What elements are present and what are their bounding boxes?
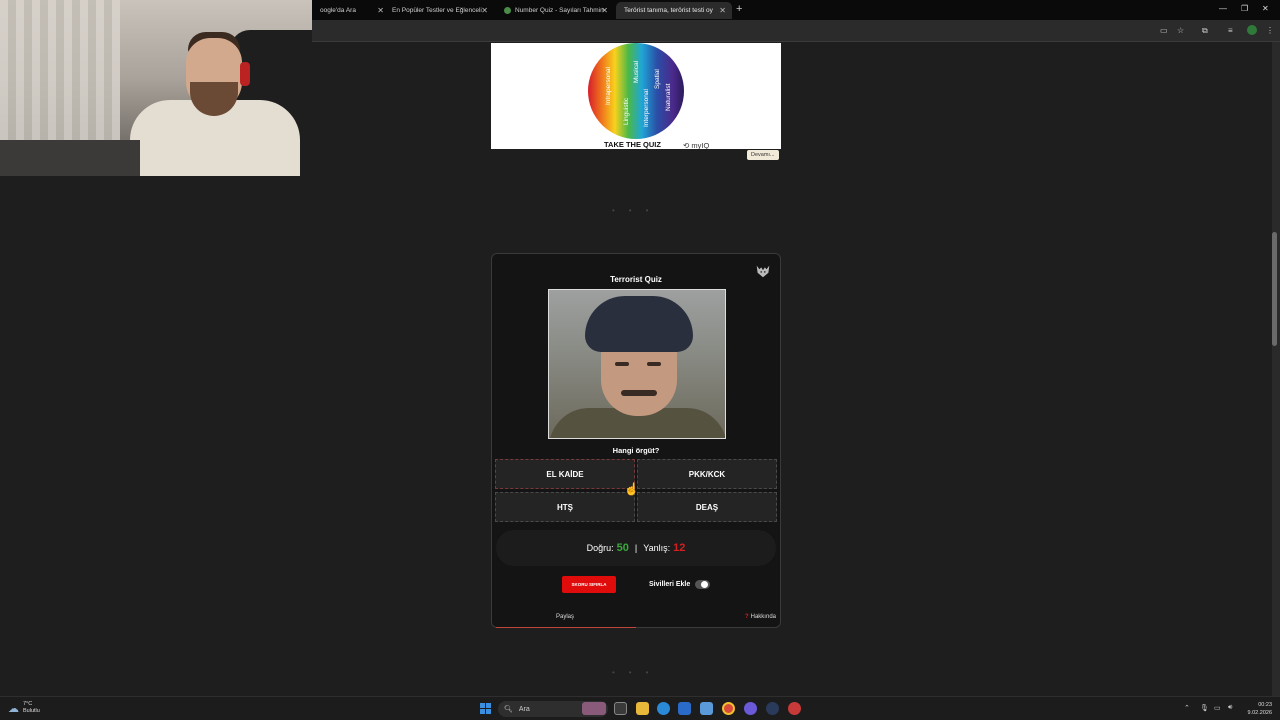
system-clock[interactable]: 00:23 9.02.2026 xyxy=(1248,701,1272,717)
maximize-icon[interactable]: ❐ xyxy=(1241,4,1248,13)
search-icon: 🔍︎ xyxy=(504,706,513,713)
tab-label: En Popüler Testler ve Eğlenceli xyxy=(392,7,482,14)
suspect-photo xyxy=(548,289,726,439)
tab-label: Number Quiz - Sayıları Tahmin xyxy=(515,7,604,14)
about-link[interactable]: ? Hakkında xyxy=(745,614,776,620)
share-underline xyxy=(496,627,636,628)
wrong-count: 12 xyxy=(673,542,686,554)
wheel-label: Intrapersonal xyxy=(605,67,612,105)
browser-tab[interactable]: oogle'da Ara ✕ xyxy=(312,2,390,19)
scrollbar-thumb[interactable] xyxy=(1272,232,1277,346)
close-icon[interactable]: ✕ xyxy=(719,6,726,15)
app-icon[interactable] xyxy=(788,702,801,715)
cast-icon[interactable]: ▭ xyxy=(1160,26,1168,35)
close-window-icon[interactable]: ✕ xyxy=(1262,4,1269,13)
card-footer: Paylaş ? Hakkında xyxy=(492,609,780,629)
close-icon[interactable]: ✕ xyxy=(481,6,488,15)
page-scrollbar[interactable] xyxy=(1272,42,1280,696)
browser-tab[interactable]: Number Quiz - Sayıları Tahmin ✕ xyxy=(496,2,614,19)
steam-icon[interactable] xyxy=(766,702,779,715)
quiz-card: Terrorist Quiz Hangi örgüt? EL KAİDE PKK… xyxy=(491,253,781,628)
ad-brand-label: myIQ xyxy=(691,141,710,149)
tab-label: Terörist tanıma, terörist testi oy xyxy=(624,7,713,14)
discord-icon[interactable] xyxy=(744,702,757,715)
windows-start-icon[interactable] xyxy=(480,703,491,714)
correct-label: Doğru: xyxy=(586,543,614,553)
wolf-icon[interactable] xyxy=(754,262,772,280)
clock-time: 00:23 xyxy=(1258,702,1272,708)
microphone-icon[interactable]: 🎙︎ xyxy=(1200,704,1209,712)
webcam-desk xyxy=(0,140,140,176)
tab-label: oogle'da Ara xyxy=(320,7,356,14)
share-link[interactable]: Paylaş xyxy=(556,614,574,620)
score-display: Doğru: 50 | Yanlış: 12 xyxy=(496,530,776,566)
minimize-icon[interactable]: — xyxy=(1219,4,1227,13)
wheel-label: Linguistic xyxy=(623,97,630,125)
menu-icon[interactable]: ⋮ xyxy=(1266,26,1274,35)
answer-button[interactable]: EL KAİDE xyxy=(495,459,635,489)
ad-placeholder-dots: ••• xyxy=(612,668,663,677)
answer-button[interactable]: DEAŞ xyxy=(637,492,777,522)
browser-tab[interactable]: En Popüler Testler ve Eğlenceli ✕ xyxy=(384,2,494,19)
webcam-headset xyxy=(240,62,250,86)
file-explorer-icon[interactable] xyxy=(636,702,649,715)
toggle-knob xyxy=(701,581,708,588)
search-highlight-icon[interactable] xyxy=(582,702,606,715)
close-icon[interactable]: ✕ xyxy=(377,6,384,15)
weather-widget[interactable]: ☁ 7°C Bulutlu xyxy=(8,701,40,715)
wrong-label: Yanlış: xyxy=(643,543,671,553)
score-separator: | xyxy=(634,543,638,553)
about-label: Hakkında xyxy=(750,614,776,620)
ad-banner[interactable]: Intrapersonal Linguistic Musical Interpe… xyxy=(491,43,781,149)
question-mark-icon: ? xyxy=(744,614,749,620)
clock-date: 9.02.2026 xyxy=(1247,710,1272,716)
star-icon[interactable]: ☆ xyxy=(1177,26,1184,35)
tray-chevron-icon[interactable]: ⌃ xyxy=(1184,704,1190,712)
ad-brand: ⟲ myIQ xyxy=(683,141,710,149)
task-view-icon[interactable] xyxy=(614,702,627,715)
profile-avatar[interactable] xyxy=(1247,25,1257,35)
site-favicon-icon xyxy=(504,7,511,14)
reset-score-button[interactable]: SKORU SIFIRLA xyxy=(562,576,616,593)
wheel-label: Spatial xyxy=(654,69,661,89)
weather-desc: Bulutlu xyxy=(23,708,40,714)
weather-temp: 7°C xyxy=(23,701,33,707)
ad-more-button[interactable]: Devamı... xyxy=(747,150,779,160)
wheel-label: Interpersonal xyxy=(643,89,650,127)
civilians-toggle[interactable] xyxy=(695,580,710,589)
answer-button[interactable]: HTŞ xyxy=(495,492,635,522)
ad-placeholder-dots: ••• xyxy=(612,206,663,215)
quiz-title: Terrorist Quiz xyxy=(610,275,662,284)
webcam-overlay xyxy=(0,0,312,176)
close-icon[interactable]: ✕ xyxy=(601,6,608,15)
extensions-icon[interactable]: ⧉ xyxy=(1202,26,1208,36)
media-icon[interactable]: ≡ xyxy=(1228,26,1233,35)
correct-count: 50 xyxy=(616,542,629,554)
store-icon[interactable] xyxy=(678,702,691,715)
wheel-label: Musical xyxy=(633,60,640,83)
windows-taskbar: ☁ 7°C Bulutlu 🔍︎ Ara ⌃ 🎙︎ ▭ 🔊︎ 00:23 9.0… xyxy=(0,696,1280,720)
chrome-icon[interactable] xyxy=(722,702,735,715)
quiz-question: Hangi örgüt? xyxy=(612,446,660,455)
answer-button[interactable]: PKK/KCK xyxy=(637,459,777,489)
volume-icon[interactable]: 🔊︎ xyxy=(1228,704,1232,712)
edge-icon[interactable] xyxy=(657,702,670,715)
network-icon[interactable]: ▭ xyxy=(1214,704,1221,712)
search-placeholder: Ara xyxy=(518,705,530,713)
hand-cursor-icon: ☝ xyxy=(624,482,639,496)
browser-tab-active[interactable]: Terörist tanıma, terörist testi oy ✕ xyxy=(616,2,732,19)
mail-icon[interactable] xyxy=(700,702,713,715)
civilians-toggle-label: Sivilleri Ekle xyxy=(649,581,691,588)
ad-cta-text: TAKE THE QUIZ xyxy=(604,140,661,149)
cloud-icon: ☁ xyxy=(8,702,19,715)
wheel-label: Naturalist xyxy=(665,83,672,111)
plus-icon[interactable]: + xyxy=(736,3,742,15)
